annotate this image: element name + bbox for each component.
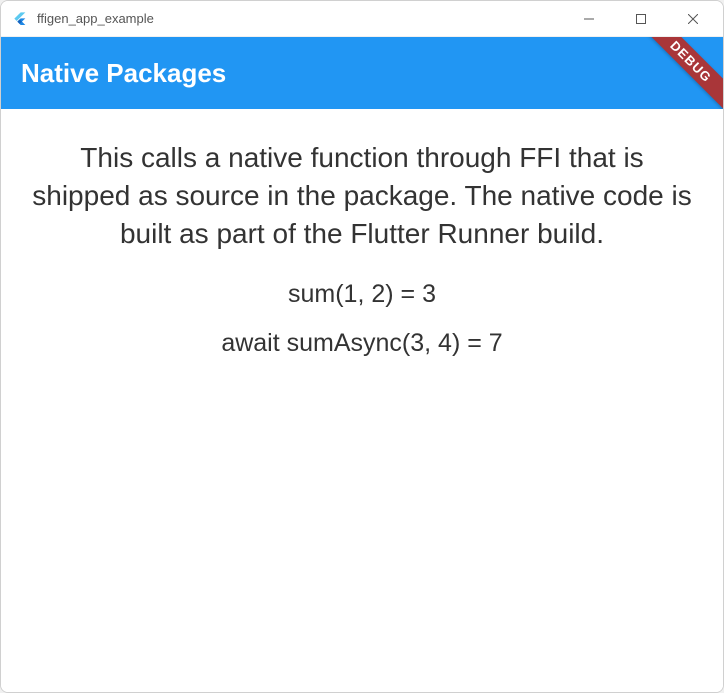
app-window: ffigen_app_example Native Packages DEBUG… bbox=[0, 0, 724, 693]
close-button[interactable] bbox=[667, 1, 719, 36]
flutter-icon bbox=[11, 10, 29, 28]
minimize-button[interactable] bbox=[563, 1, 615, 36]
appbar: Native Packages DEBUG bbox=[1, 37, 723, 109]
debug-banner: DEBUG bbox=[633, 37, 723, 109]
sum-async-result-text: await sumAsync(3, 4) = 7 bbox=[31, 329, 693, 358]
body-content: This calls a native function through FFI… bbox=[1, 109, 723, 692]
sum-result-text: sum(1, 2) = 3 bbox=[31, 280, 693, 309]
maximize-button[interactable] bbox=[615, 1, 667, 36]
appbar-title: Native Packages bbox=[21, 58, 226, 89]
window-controls bbox=[563, 1, 719, 36]
window-title: ffigen_app_example bbox=[37, 11, 563, 26]
titlebar: ffigen_app_example bbox=[1, 1, 723, 37]
description-text: This calls a native function through FFI… bbox=[31, 139, 693, 252]
